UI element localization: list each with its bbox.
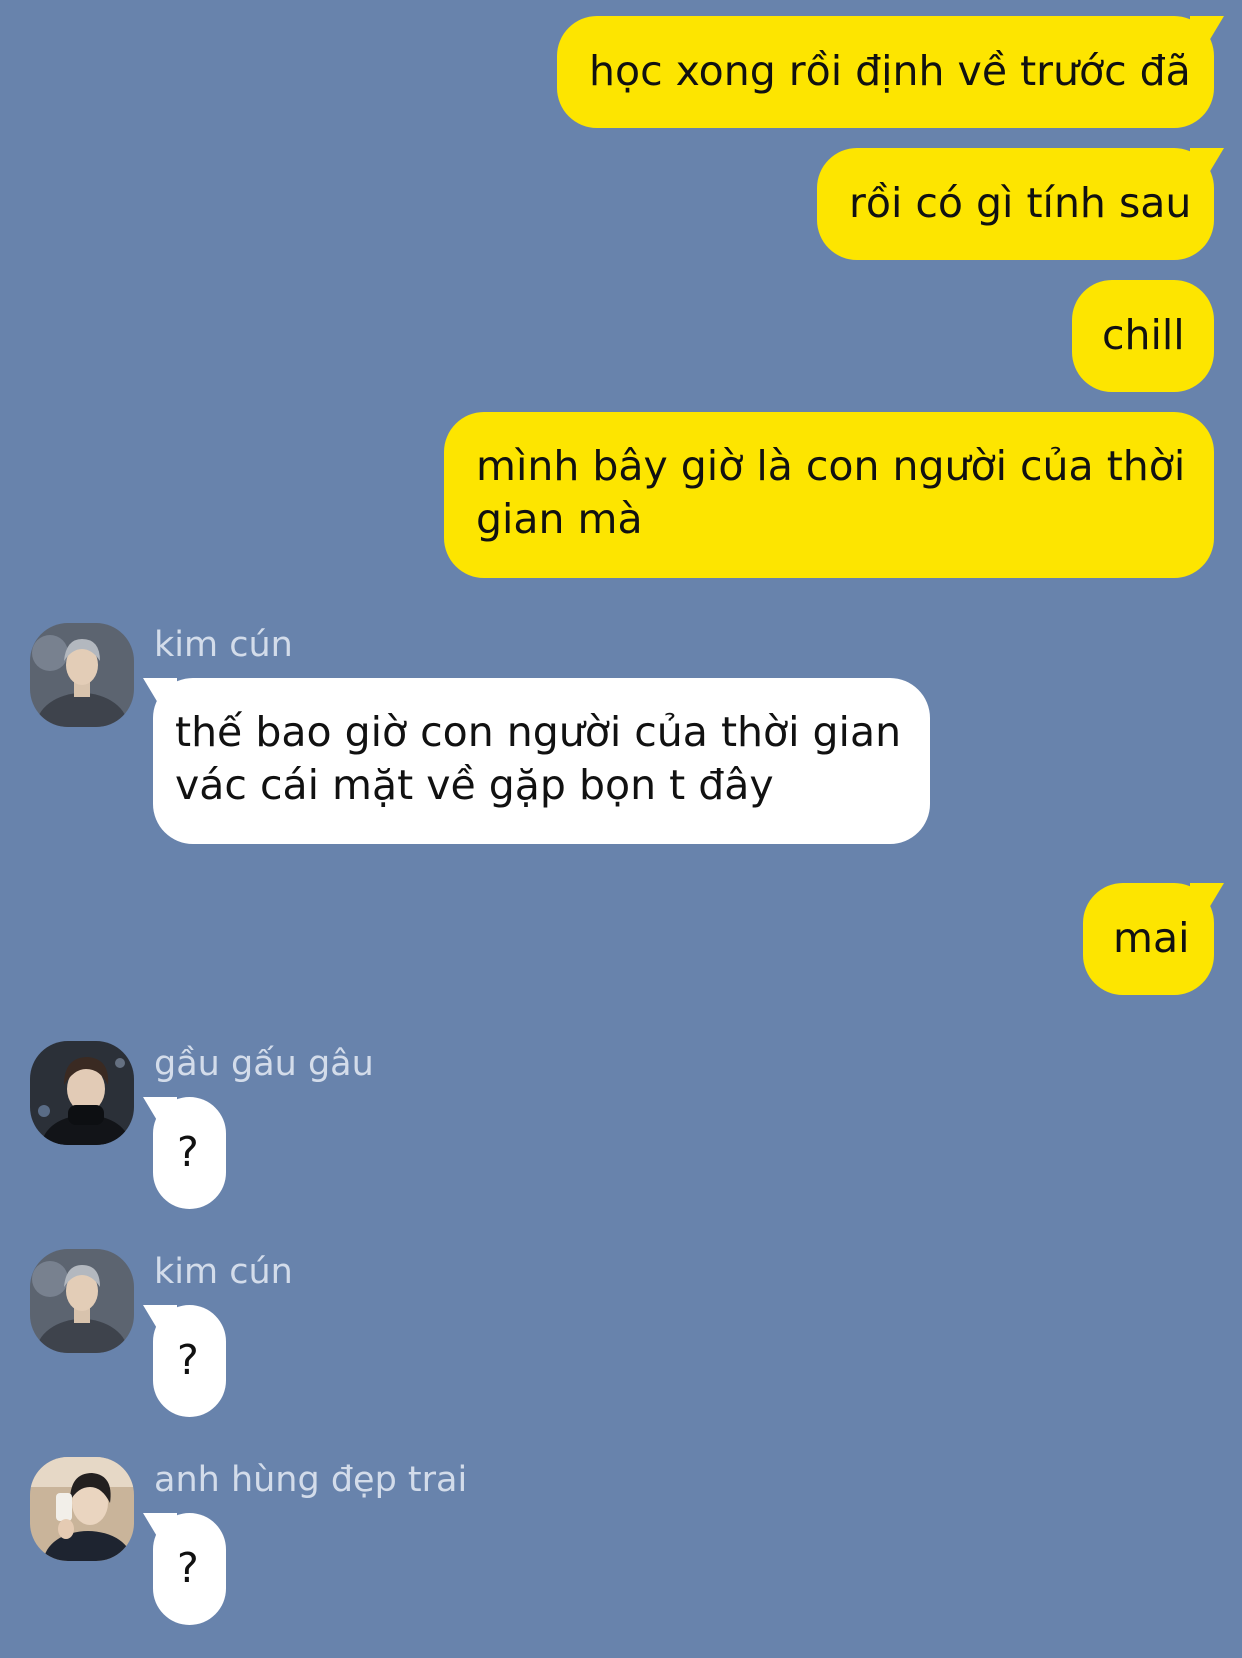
outgoing-message-bubble[interactable]: chill: [1072, 280, 1214, 392]
avatar-photo-icon: [30, 623, 134, 727]
sender-name: anh hùng đẹp trai: [154, 1460, 468, 1500]
message-text: ?: [177, 1128, 199, 1176]
avatar-photo-icon: [30, 1457, 134, 1561]
message-text: ?: [177, 1544, 199, 1592]
chat-message-list[interactable]: học xong rồi định về trước đã rồi có gì …: [0, 0, 1242, 1658]
outgoing-message-bubble[interactable]: rồi có gì tính sau: [817, 148, 1214, 260]
message-text: vác cái mặt về gặp bọn t đây: [175, 761, 774, 809]
avatar[interactable]: [30, 623, 134, 727]
sender-name: gầu gấu gâu: [154, 1044, 374, 1084]
incoming-message-bubble[interactable]: ?: [153, 1305, 226, 1417]
outgoing-message-bubble[interactable]: mình bây giờ là con người của thời gian …: [444, 412, 1214, 578]
outgoing-message-bubble[interactable]: học xong rồi định về trước đã: [557, 16, 1214, 128]
message-text: chill: [1102, 311, 1185, 359]
avatar[interactable]: [30, 1041, 134, 1145]
message-text: học xong rồi định về trước đã: [589, 47, 1191, 95]
sender-name: kim cún: [154, 625, 293, 665]
message-text: thế bao giờ con người của thời gian: [175, 708, 902, 756]
avatar[interactable]: [30, 1457, 134, 1561]
avatar[interactable]: [30, 1249, 134, 1353]
avatar-photo-icon: [30, 1249, 134, 1353]
sender-name: kim cún: [154, 1252, 293, 1292]
message-text: rồi có gì tính sau: [849, 179, 1192, 227]
message-text: ?: [177, 1336, 199, 1384]
message-text: gian mà: [476, 495, 643, 543]
avatar-photo-icon: [30, 1041, 134, 1145]
outgoing-message-bubble[interactable]: mai: [1083, 883, 1214, 995]
incoming-message-bubble[interactable]: ?: [153, 1097, 226, 1209]
message-text: mình bây giờ là con người của thời: [476, 442, 1186, 490]
message-text: mai: [1113, 914, 1190, 962]
incoming-message-bubble[interactable]: ?: [153, 1513, 226, 1625]
incoming-message-bubble[interactable]: thế bao giờ con người của thời gian vác …: [153, 678, 930, 844]
